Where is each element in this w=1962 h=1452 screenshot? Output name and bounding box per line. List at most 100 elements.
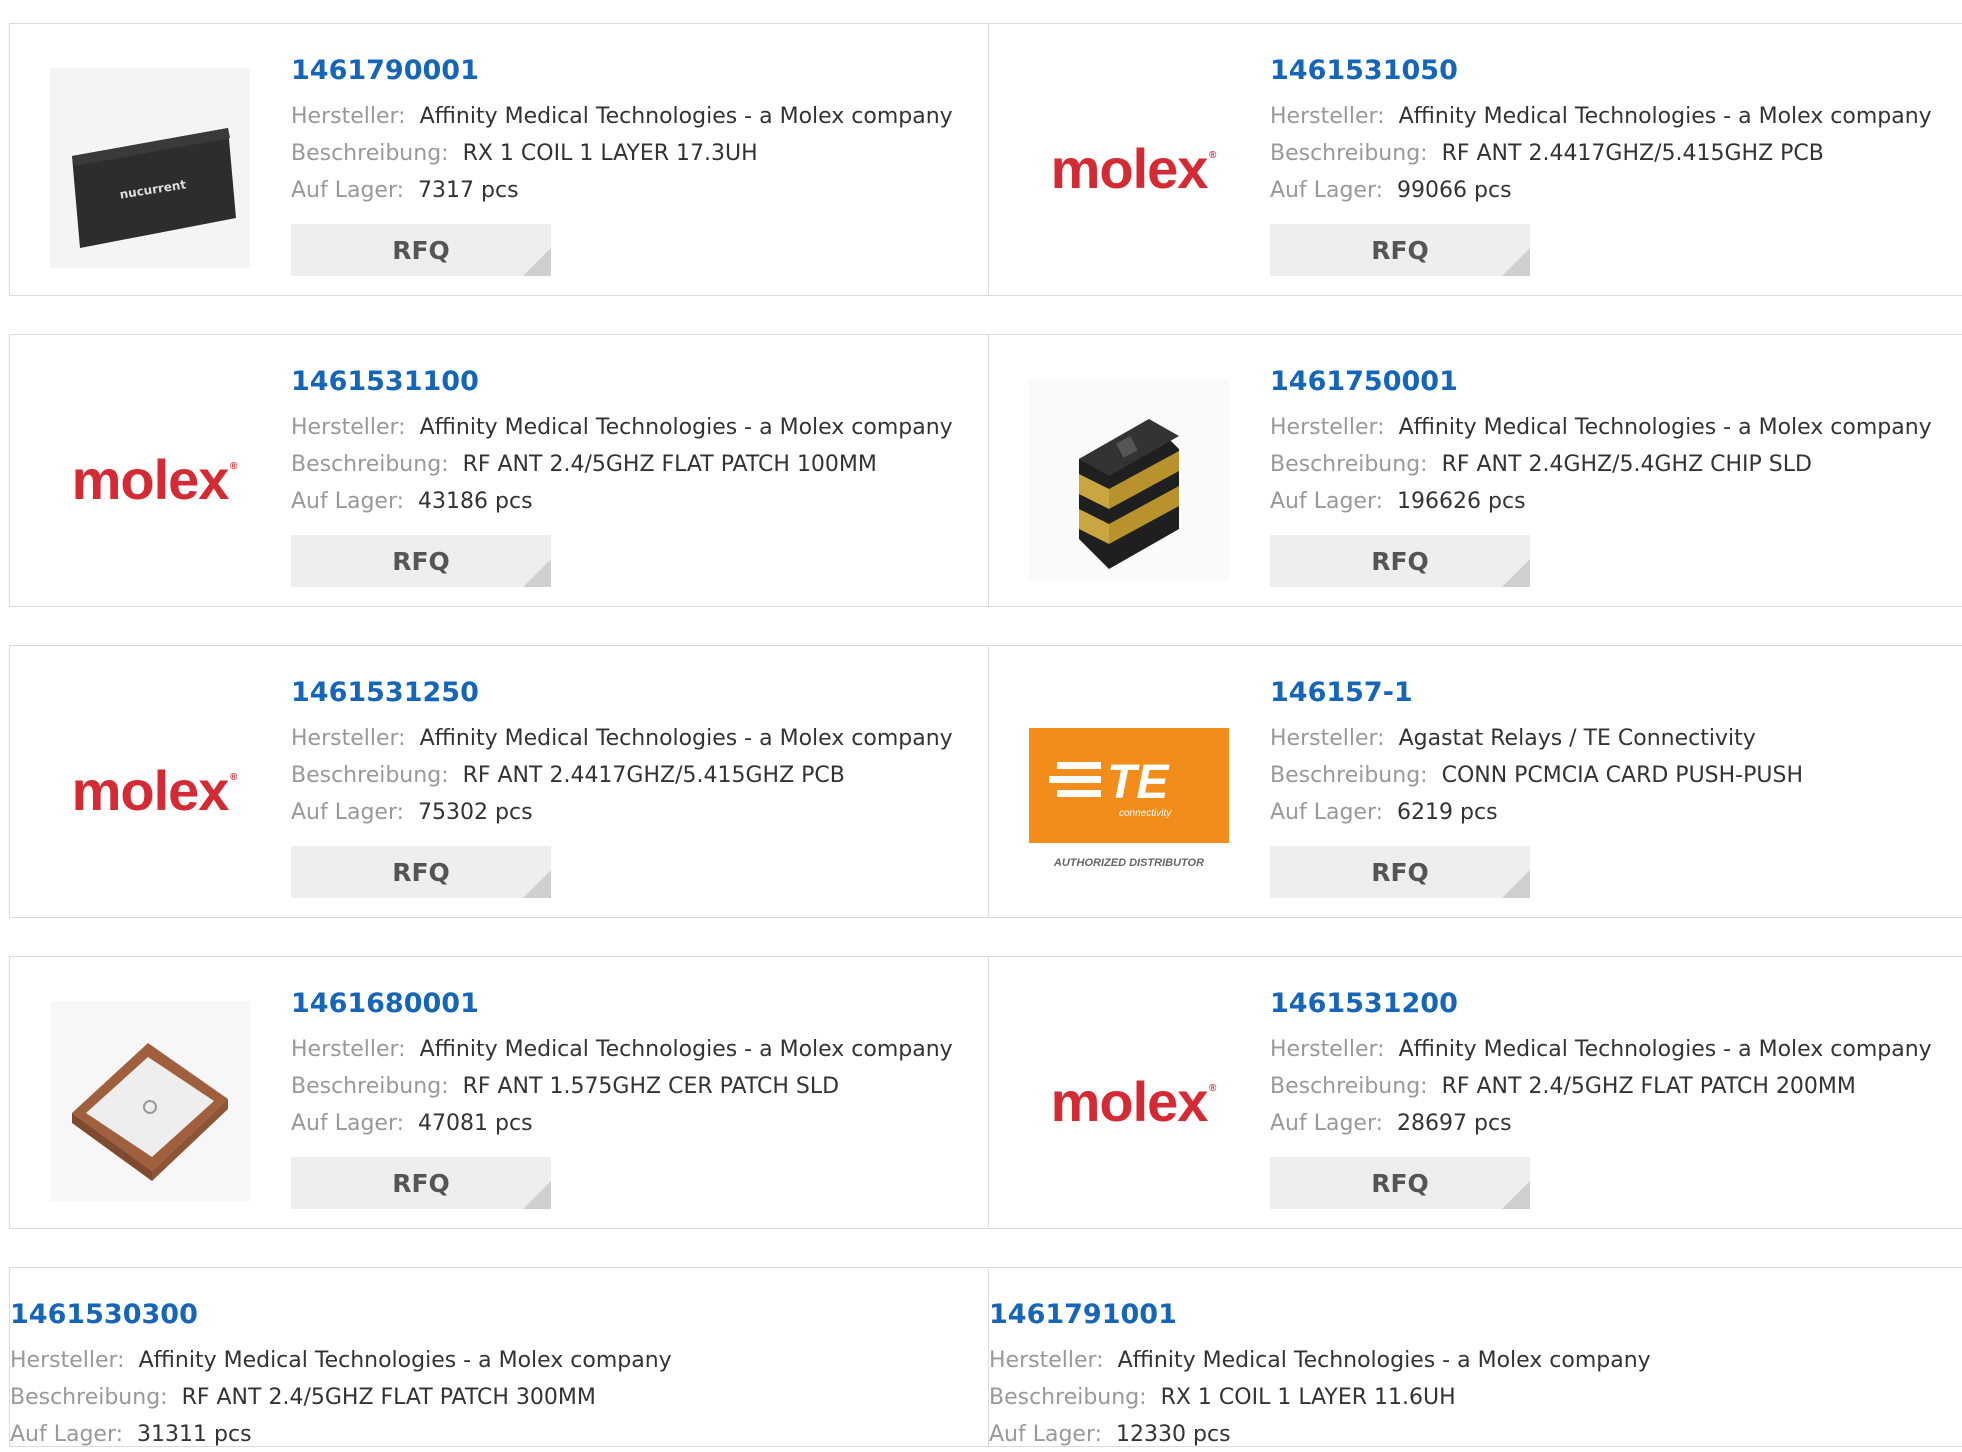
product-card: TE connectivity AUTHORIZED DISTRIBUTOR 1… <box>988 646 1962 917</box>
manufacturer-value: Affinity Medical Technologies - a Molex … <box>1117 1348 1651 1373</box>
description-value: CONN PCMCIA CARD PUSH-PUSH <box>1441 763 1803 788</box>
molex-logo-icon: molex ® <box>71 447 238 511</box>
manufacturer-label: Hersteller: <box>291 415 406 440</box>
description-value: RF ANT 2.4/5GHZ FLAT PATCH 100MM <box>462 452 877 477</box>
product-image[interactable]: molex ® <box>1029 1001 1229 1201</box>
stock-value: 31311 pcs <box>137 1422 252 1447</box>
description-value: RX 1 COIL 1 LAYER 11.6UH <box>1160 1385 1456 1410</box>
product-card: molex ® 1461531100 Hersteller: Affinity Me… <box>10 335 988 606</box>
description-value: RF ANT 1.575GHZ CER PATCH SLD <box>462 1074 840 1099</box>
part-number-link[interactable]: 1461531100 <box>291 365 978 399</box>
ceramic-patch-image <box>50 1001 250 1201</box>
product-row: molex ® 1461531100 Hersteller: Affinity Me… <box>9 334 1962 607</box>
manufacturer-label: Hersteller: <box>10 1348 125 1373</box>
manufacturer-label: Hersteller: <box>1270 1037 1385 1062</box>
stock-value: 43186 pcs <box>418 489 533 514</box>
manufacturer-label: Hersteller: <box>1270 726 1385 751</box>
part-number-link[interactable]: 1461680001 <box>291 987 978 1021</box>
rfq-button[interactable]: RFQ <box>291 846 551 898</box>
stock-value: 7317 pcs <box>418 178 519 203</box>
stock-value: 196626 pcs <box>1397 489 1526 514</box>
description-label: Beschreibung: <box>1270 141 1428 166</box>
rfq-button[interactable]: RFQ <box>1270 846 1530 898</box>
stock-label: Auf Lager: <box>291 1111 405 1136</box>
product-image[interactable]: nucurrent <box>50 68 250 268</box>
part-number-link[interactable]: 1461531050 <box>1270 54 1953 88</box>
stock-label: Auf Lager: <box>1270 1111 1384 1136</box>
product-card: molex ® 1461531250 Hersteller: Affinity Me… <box>10 646 988 917</box>
rfq-button[interactable]: RFQ <box>291 535 551 587</box>
manufacturer-value: Affinity Medical Technologies - a Molex … <box>1398 415 1932 440</box>
part-number-link[interactable]: 1461530300 <box>10 1298 978 1332</box>
molex-logo-icon: molex ® <box>71 758 238 822</box>
chip-antenna-image <box>1029 379 1229 579</box>
description-label: Beschreibung: <box>291 1074 449 1099</box>
manufacturer-label: Hersteller: <box>1270 415 1385 440</box>
stock-value: 47081 pcs <box>418 1111 533 1136</box>
description-label: Beschreibung: <box>291 452 449 477</box>
part-number-link[interactable]: 1461791001 <box>989 1298 1953 1332</box>
part-number-link[interactable]: 1461790001 <box>291 54 978 88</box>
stock-value: 28697 pcs <box>1397 1111 1512 1136</box>
product-card: 1461750001 Hersteller: Affinity Medical T… <box>988 335 1962 606</box>
manufacturer-label: Hersteller: <box>291 1037 406 1062</box>
part-number-link[interactable]: 146157-1 <box>1270 676 1953 710</box>
stock-value: 75302 pcs <box>418 800 533 825</box>
product-image[interactable]: molex ® <box>50 379 250 579</box>
product-card: nucurrent 1461790001 Hersteller: Affinity… <box>10 24 988 295</box>
rfq-button[interactable]: RFQ <box>1270 1157 1530 1209</box>
rfq-button[interactable]: RFQ <box>1270 535 1530 587</box>
stock-label: Auf Lager: <box>10 1422 124 1447</box>
manufacturer-label: Hersteller: <box>291 726 406 751</box>
manufacturer-label: Hersteller: <box>989 1348 1104 1373</box>
product-row: nucurrent 1461790001 Hersteller: Affinity… <box>9 23 1962 296</box>
stock-value: 99066 pcs <box>1397 178 1512 203</box>
stock-label: Auf Lager: <box>1270 178 1384 203</box>
rfq-button[interactable]: RFQ <box>1270 224 1530 276</box>
description-label: Beschreibung: <box>1270 763 1428 788</box>
stock-label: Auf Lager: <box>1270 800 1384 825</box>
manufacturer-value: Affinity Medical Technologies - a Molex … <box>138 1348 672 1373</box>
stock-label: Auf Lager: <box>291 489 405 514</box>
nucurrent-coil-image: nucurrent <box>50 68 250 268</box>
te-connectivity-logo-icon: TE connectivity AUTHORIZED DISTRIBUTOR <box>1029 690 1229 890</box>
rfq-button[interactable]: RFQ <box>291 224 551 276</box>
product-card: 1461530300 Hersteller: Affinity Medical T… <box>10 1268 988 1446</box>
product-image[interactable]: TE connectivity AUTHORIZED DISTRIBUTOR <box>1029 690 1229 890</box>
te-caption: AUTHORIZED DISTRIBUTOR <box>1053 857 1204 869</box>
description-label: Beschreibung: <box>10 1385 168 1410</box>
manufacturer-label: Hersteller: <box>291 104 406 129</box>
part-number-link[interactable]: 1461531250 <box>291 676 978 710</box>
product-row: molex ® 1461531250 Hersteller: Affinity Me… <box>9 645 1962 918</box>
description-label: Beschreibung: <box>291 763 449 788</box>
product-image[interactable]: molex ® <box>50 690 250 890</box>
product-row: 1461680001 Hersteller: Affinity Medical T… <box>9 956 1962 1229</box>
manufacturer-value: Agastat Relays / TE Connectivity <box>1398 726 1756 751</box>
description-value: RF ANT 2.4/5GHZ FLAT PATCH 200MM <box>1441 1074 1856 1099</box>
molex-logo-icon: molex ® <box>1050 1069 1217 1133</box>
te-text: TE <box>1107 756 1170 809</box>
product-image[interactable] <box>1029 379 1229 579</box>
manufacturer-value: Affinity Medical Technologies - a Molex … <box>419 1037 953 1062</box>
rfq-button[interactable]: RFQ <box>291 1157 551 1209</box>
description-label: Beschreibung: <box>989 1385 1147 1410</box>
description-value: RF ANT 2.4GHZ/5.4GHZ CHIP SLD <box>1441 452 1812 477</box>
product-image[interactable]: molex ® <box>1029 68 1229 268</box>
product-image[interactable] <box>50 1001 250 1201</box>
product-row: 1461530300 Hersteller: Affinity Medical T… <box>9 1267 1962 1447</box>
part-number-link[interactable]: 1461750001 <box>1270 365 1953 399</box>
manufacturer-value: Affinity Medical Technologies - a Molex … <box>419 726 953 751</box>
description-value: RF ANT 2.4417GHZ/5.415GHZ PCB <box>1441 141 1824 166</box>
description-value: RX 1 COIL 1 LAYER 17.3UH <box>462 141 758 166</box>
description-label: Beschreibung: <box>291 141 449 166</box>
stock-label: Auf Lager: <box>989 1422 1103 1447</box>
product-card: 1461791001 Hersteller: Affinity Medical T… <box>988 1268 1962 1446</box>
te-subtext: connectivity <box>1119 808 1172 819</box>
product-card: molex ® 1461531200 Hersteller: Affinity Me… <box>988 957 1962 1228</box>
description-value: RF ANT 2.4/5GHZ FLAT PATCH 300MM <box>181 1385 596 1410</box>
part-number-link[interactable]: 1461531200 <box>1270 987 1953 1021</box>
description-label: Beschreibung: <box>1270 452 1428 477</box>
manufacturer-value: Affinity Medical Technologies - a Molex … <box>1398 1037 1932 1062</box>
manufacturer-value: Affinity Medical Technologies - a Molex … <box>419 104 953 129</box>
description-value: RF ANT 2.4417GHZ/5.415GHZ PCB <box>462 763 845 788</box>
